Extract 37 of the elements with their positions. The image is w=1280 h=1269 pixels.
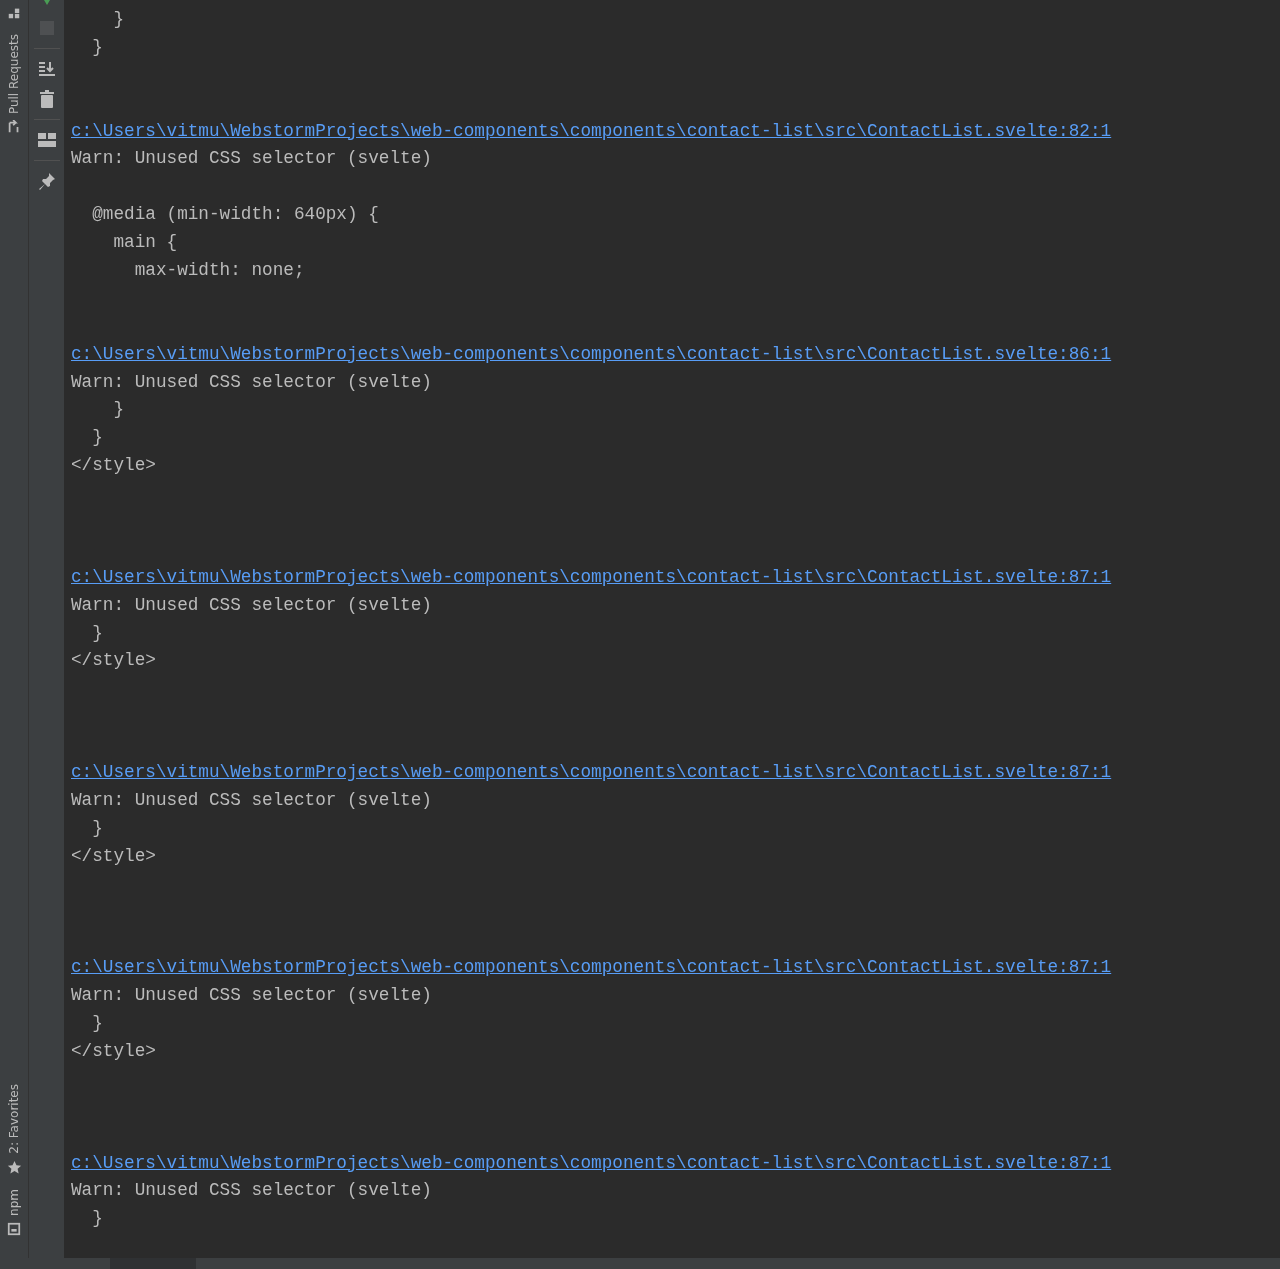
console-line: </style> (71, 650, 156, 671)
console-line: Warn: Unused CSS selector (svelte) (71, 789, 432, 810)
layout-button[interactable] (36, 130, 57, 150)
console-line: Warn: Unused CSS selector (svelte) (71, 594, 432, 615)
package-icon (7, 1222, 21, 1236)
file-link[interactable]: c:\Users\vitmu\WebstormProjects\web-components\components\contact-list\src\ContactList.svelte:87:1 (71, 566, 1112, 587)
console-line: Warn: Unused CSS selector (svelte) (71, 1180, 432, 1201)
structure-icon (7, 6, 21, 20)
console-line: </style> (71, 845, 156, 866)
console-line: </style> (71, 1040, 156, 1061)
console-line: } (112, 399, 125, 420)
file-link[interactable]: c:\Users\vitmu\WebstormProjects\web-components\components\contact-list\src\ContactList.svelte:87:1 (71, 957, 1112, 978)
console-line: } (91, 622, 103, 643)
run-button[interactable] (41, 0, 52, 6)
file-link[interactable]: c:\Users\vitmu\WebstormProjects\web-components\components\contact-list\src\ContactList.svelte:82:1 (71, 120, 1112, 141)
console-line: } (91, 36, 103, 57)
console-line: } (91, 1013, 103, 1034)
console-line: Warn: Unused CSS selector (svelte) (71, 371, 432, 392)
console-line: main { (112, 232, 178, 253)
console-line: } (91, 1208, 103, 1229)
tool-window-tab[interactable]: npm (7, 1189, 21, 1236)
scroll-to-end-button[interactable] (36, 59, 57, 79)
console-line: Warn: Unused CSS selector (svelte) (71, 148, 432, 169)
pull-requests-tab[interactable]: Pull Requests (7, 34, 21, 135)
console-line: Warn: Unused CSS selector (svelte) (71, 985, 432, 1006)
file-link[interactable]: c:\Users\vitmu\WebstormProjects\web-components\components\contact-list\src\ContactList.svelte:87:1 (71, 762, 1112, 783)
tool-window-tab[interactable]: 2: Favorites (6, 1084, 22, 1176)
star-icon (6, 1160, 22, 1176)
console-line: } (91, 427, 103, 448)
console-line: } (91, 817, 103, 838)
file-link[interactable]: c:\Users\vitmu\WebstormProjects\web-components\components\contact-list\src\ContactList.svelte:86:1 (71, 343, 1112, 364)
console-line: </style> (71, 455, 156, 476)
console-line: @media (min-width: 640px) { (91, 204, 379, 225)
pull-request-icon (7, 120, 21, 135)
console-line: max-width: none; (133, 260, 305, 280)
console-line: } (112, 9, 125, 29)
file-link[interactable]: c:\Users\vitmu\WebstormProjects\web-components\components\contact-list\src\ContactList.svelte:87:1 (71, 1152, 1112, 1173)
